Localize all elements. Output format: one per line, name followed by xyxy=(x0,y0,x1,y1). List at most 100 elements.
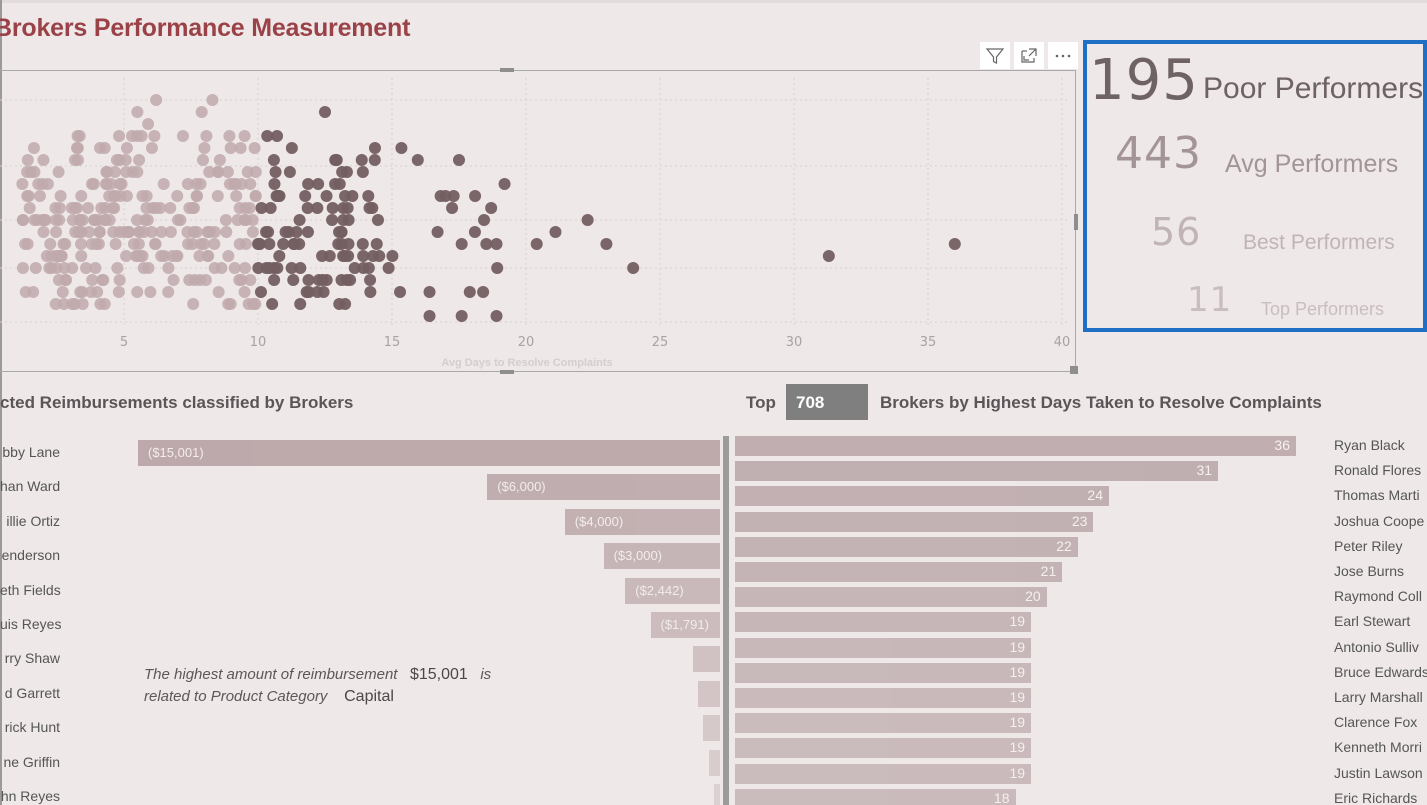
x-tick-label: 15 xyxy=(384,335,401,350)
scatter-point xyxy=(319,106,331,118)
scatter-point xyxy=(81,202,94,214)
days-bar[interactable]: 23 xyxy=(735,511,1094,532)
scatter-point xyxy=(193,250,206,262)
top-broker-name: Raymond Coll xyxy=(1334,588,1422,605)
scatter-point xyxy=(131,166,144,178)
days-bar[interactable]: 20 xyxy=(735,587,1047,608)
scatter-point xyxy=(271,262,284,274)
more-options-button[interactable] xyxy=(1048,42,1078,69)
reimbursement-bar[interactable]: ($2,442) xyxy=(625,577,720,604)
scatter-point xyxy=(277,238,290,250)
scatter-point xyxy=(114,190,127,202)
scatter-point xyxy=(294,298,307,310)
callout-line2: related to Product Category xyxy=(144,688,328,705)
scatter-point xyxy=(126,130,139,142)
top-broker-name: Clarence Fox xyxy=(1334,714,1418,731)
days-bar[interactable]: 24 xyxy=(735,486,1109,507)
days-bar[interactable]: 19 xyxy=(735,662,1032,683)
x-tick-label: 10 xyxy=(250,335,267,350)
reimbursement-bar[interactable]: ($3,000) xyxy=(603,543,720,570)
scatter-point xyxy=(434,190,447,202)
topn-input[interactable]: 708 xyxy=(786,384,868,420)
scatter-point xyxy=(363,202,376,214)
reimbursement-bar[interactable] xyxy=(714,784,720,805)
scatter-point xyxy=(150,94,163,106)
days-bar-label: 19 xyxy=(1009,689,1026,705)
scatter-point xyxy=(101,166,114,178)
reimbursement-bar[interactable] xyxy=(703,715,720,742)
scatter-point xyxy=(16,262,29,274)
kpi-card[interactable]: 195 Poor Performers 443 Avg Performers 5… xyxy=(1083,40,1427,332)
scatter-point xyxy=(57,238,70,250)
scatter-point xyxy=(357,250,370,262)
scatter-point xyxy=(56,286,69,298)
filter-button[interactable] xyxy=(980,42,1010,69)
reimbursement-broker-label: hn Reyes xyxy=(0,788,60,804)
more-options-icon xyxy=(1055,54,1071,57)
scatter-point xyxy=(254,286,267,298)
days-bar[interactable]: 19 xyxy=(735,713,1032,734)
scatter-point xyxy=(355,154,368,166)
scatter-point xyxy=(222,250,235,262)
days-bar[interactable]: 19 xyxy=(735,688,1032,708)
scatter-point xyxy=(326,202,339,214)
scatter-point xyxy=(157,178,170,190)
scatter-points xyxy=(16,94,961,322)
x-tick-label: 20 xyxy=(518,335,535,350)
days-bar[interactable]: 31 xyxy=(735,461,1219,482)
scatter-point xyxy=(191,190,204,202)
scatter-point xyxy=(356,238,369,250)
days-bar[interactable]: 21 xyxy=(735,562,1063,582)
scatter-point xyxy=(144,286,157,298)
scatter-point xyxy=(164,226,177,238)
reimbursement-bar[interactable]: ($15,001) xyxy=(138,440,720,466)
days-bar[interactable]: 18 xyxy=(735,788,1016,805)
reimbursement-bar[interactable]: ($4,000) xyxy=(564,508,720,535)
scatter-point xyxy=(233,202,246,214)
scatter-point xyxy=(341,202,354,214)
scatter-point xyxy=(87,178,100,190)
reimbursement-bar[interactable] xyxy=(698,680,720,707)
focus-mode-button[interactable] xyxy=(1014,42,1044,69)
scatter-point xyxy=(181,226,194,238)
scatter-point xyxy=(269,166,282,178)
scatter-point xyxy=(316,250,329,262)
reimbursement-bar[interactable]: ($1,791) xyxy=(650,612,720,638)
reimbursement-bar-label: ($1,791) xyxy=(660,617,709,632)
days-bar[interactable]: 19 xyxy=(735,738,1032,759)
days-bar[interactable]: 22 xyxy=(735,536,1078,557)
reimbursement-bar-label: ($15,001) xyxy=(148,445,204,460)
scatter-point xyxy=(149,238,162,250)
reimbursement-bar[interactable] xyxy=(692,646,720,673)
days-bar[interactable]: 19 xyxy=(735,612,1032,633)
scatter-point xyxy=(98,142,111,154)
days-bar[interactable]: 19 xyxy=(735,637,1032,658)
scatter-point xyxy=(395,142,408,154)
scatter-chart[interactable]: 5 10 15 20 25 30 35 40 Avg Days to Resolve Compl… xyxy=(0,70,1076,372)
days-bar[interactable]: 36 xyxy=(735,436,1296,456)
scatter-point xyxy=(490,310,503,322)
scatter-point xyxy=(273,190,286,202)
days-bar[interactable]: 19 xyxy=(735,763,1032,784)
scatter-point xyxy=(21,154,34,166)
scatter-point xyxy=(491,262,504,274)
scatter-point xyxy=(148,130,161,142)
scatter-point xyxy=(50,226,63,238)
scatter-point xyxy=(32,178,45,190)
scatter-point xyxy=(107,226,120,238)
scatter-point xyxy=(33,190,46,202)
top-broker-name: Earl Stewart xyxy=(1334,613,1411,630)
scatter-point xyxy=(362,190,375,202)
scatter-point xyxy=(91,286,104,298)
kpi-avg-label: Avg Performers xyxy=(1225,150,1399,178)
scatter-point xyxy=(340,274,353,286)
scatter-point xyxy=(65,202,78,214)
scatter-point xyxy=(23,202,36,214)
reimbursement-bar[interactable]: ($6,000) xyxy=(487,474,720,501)
reimbursement-bar[interactable] xyxy=(709,749,720,776)
kpi-avg-value: 443 xyxy=(1115,128,1202,179)
scatter-point xyxy=(195,106,208,118)
scatter-point xyxy=(211,190,224,202)
filter-icon xyxy=(985,47,1005,64)
scatter-point xyxy=(183,202,196,214)
